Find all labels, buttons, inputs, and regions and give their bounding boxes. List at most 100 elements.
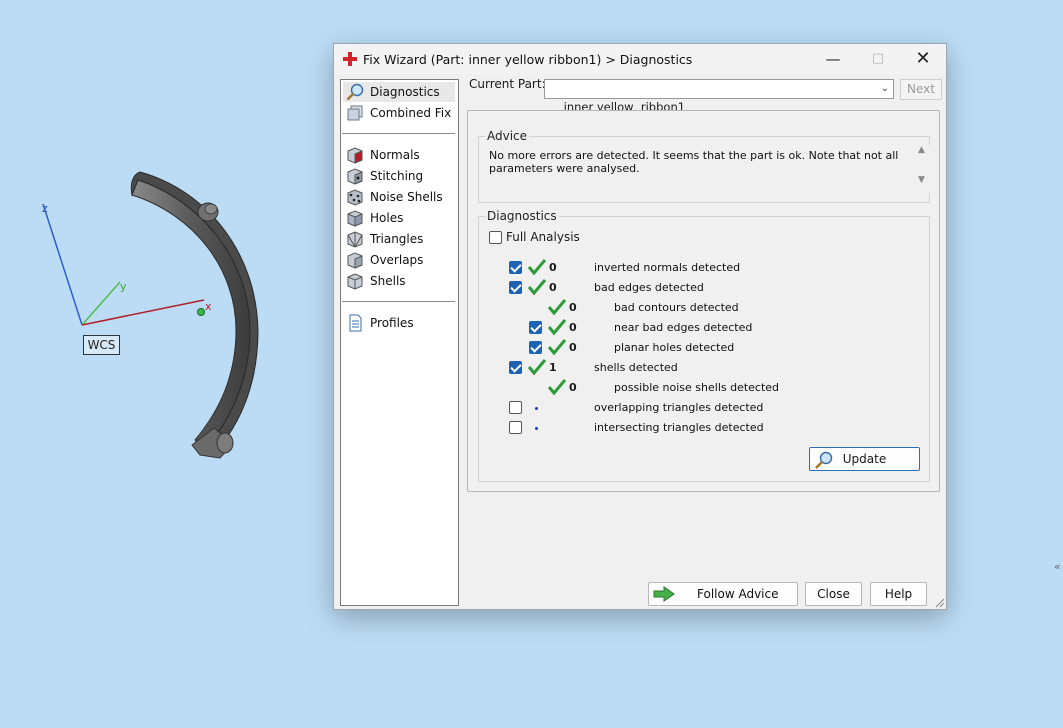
nav-label: Holes [370, 211, 404, 225]
nav-item-noise-shells[interactable]: Noise Shells [343, 187, 455, 207]
red-cross-icon [343, 52, 357, 66]
green-check-icon [547, 299, 567, 316]
nav-item-combined-fix[interactable]: Combined Fix [343, 103, 455, 123]
follow-advice-button[interactable]: Follow Advice [648, 582, 798, 606]
diag-count: 0 [549, 261, 557, 274]
wcs-label: WCS [83, 335, 120, 355]
resize-grip-icon[interactable] [934, 597, 945, 608]
edge-marker: « [1054, 560, 1061, 573]
nav-label: Diagnostics [370, 85, 440, 99]
nav-item-holes[interactable]: Holes [343, 208, 455, 228]
diag-checkbox[interactable] [509, 421, 522, 434]
maximize-button[interactable]: □ [855, 44, 901, 74]
diag-count: 0 [549, 281, 557, 294]
chevron-down-icon: ⌄ [880, 83, 889, 94]
normals-cube-icon [347, 147, 363, 164]
update-label: Update [842, 452, 887, 466]
nav-label: Normals [370, 148, 420, 162]
nav-item-triangles[interactable]: Triangles [343, 229, 455, 249]
shells-cube-icon [347, 273, 363, 290]
green-check-icon [527, 359, 547, 376]
nav-item-stitching[interactable]: Stitching [343, 166, 455, 186]
diag-checkbox[interactable] [509, 261, 522, 274]
nav-separator [342, 133, 455, 134]
scroll-up-icon[interactable]: ▲ [918, 145, 925, 155]
not-analysed-dot-icon [535, 407, 538, 410]
nav-item-profiles[interactable]: Profiles [343, 313, 455, 333]
diag-count: 0 [569, 341, 577, 354]
diagnostics-legend: Diagnostics [485, 209, 559, 223]
minimize-button[interactable]: — [810, 44, 856, 74]
window-title: Fix Wizard (Part: inner yellow ribbon1) … [363, 52, 693, 67]
diag-label: possible noise shells detected [614, 381, 780, 394]
diag-label: overlapping triangles detected [594, 401, 764, 414]
update-button[interactable]: Update [809, 447, 920, 471]
magnifier-icon [815, 451, 833, 469]
advice-scrollbar[interactable]: ▲ ▼ [916, 145, 930, 193]
diag-label: planar holes detected [614, 341, 735, 354]
nav-item-overlaps[interactable]: Overlaps [343, 250, 455, 270]
help-button[interactable]: Help [870, 582, 927, 606]
diag-row-overlapping-triangles: overlapping triangles detected [479, 397, 919, 417]
current-part-select[interactable]: inner yellow ribbon1 ⌄ [544, 79, 894, 114]
advice-group: Advice No more errors are detected. It s… [478, 129, 930, 203]
green-check-icon [547, 379, 567, 396]
not-analysed-dot-icon [535, 427, 538, 430]
scroll-down-icon[interactable]: ▼ [918, 175, 925, 185]
diag-row-near-bad-edges: 0 near bad edges detected [479, 317, 919, 337]
diagnostics-panel: Advice No more errors are detected. It s… [467, 110, 940, 492]
green-check-icon [527, 259, 547, 276]
overlaps-cube-icon [347, 252, 363, 269]
nav-label: Combined Fix [370, 106, 452, 120]
green-check-icon [527, 279, 547, 296]
diag-checkbox[interactable] [529, 341, 542, 354]
profiles-document-icon [349, 314, 362, 332]
axis-z-label: z [42, 202, 48, 215]
diag-row-bad-edges: 0 bad edges detected [479, 277, 919, 297]
diag-label: inverted normals detected [594, 261, 741, 274]
diag-count: 1 [549, 361, 557, 374]
diag-row-intersecting-triangles: intersecting triangles detected [479, 417, 919, 437]
green-arrow-icon [653, 586, 675, 602]
axis-y-label: y [120, 280, 127, 293]
stitching-cube-icon [347, 168, 363, 185]
nav-separator [342, 301, 455, 302]
nav-item-diagnostics[interactable]: Diagnostics [343, 82, 455, 102]
diag-row-bad-contours: 0 bad contours detected [479, 297, 919, 317]
diag-row-shells: 1 shells detected [479, 357, 919, 377]
full-analysis-checkbox[interactable] [489, 231, 502, 244]
combined-fix-icon [347, 105, 363, 121]
nav-label: Stitching [370, 169, 424, 183]
diag-row-planar-holes: 0 planar holes detected [479, 337, 919, 357]
full-analysis-label: Full Analysis [506, 230, 580, 244]
diag-checkbox[interactable] [509, 361, 522, 374]
triangles-cube-icon [347, 231, 363, 248]
diagnostics-group: Diagnostics Full Analysis 0 inverted nor… [478, 209, 930, 482]
nav-label: Overlaps [370, 253, 424, 267]
nav-item-normals[interactable]: Normals [343, 145, 455, 165]
diag-count: 0 [569, 301, 577, 314]
nav-item-shells[interactable]: Shells [343, 271, 455, 291]
title-bar[interactable]: Fix Wizard (Part: inner yellow ribbon1) … [334, 44, 946, 74]
noise-shells-icon [347, 189, 363, 206]
part-preview: z y x [42, 171, 259, 459]
diag-checkbox[interactable] [509, 281, 522, 294]
fix-wizard-dialog: Fix Wizard (Part: inner yellow ribbon1) … [333, 43, 947, 610]
close-window-button[interactable]: ✕ [900, 44, 946, 74]
advice-text: No more errors are detected. It seems th… [489, 149, 899, 175]
advice-legend: Advice [485, 129, 530, 143]
wizard-nav: Diagnostics Combined Fix Normals Stitchi… [340, 79, 459, 606]
holes-cube-icon [347, 210, 363, 227]
diag-label: shells detected [594, 361, 678, 374]
next-button[interactable]: Next [900, 79, 942, 100]
diag-checkbox[interactable] [509, 401, 522, 414]
green-check-icon [547, 339, 567, 356]
diag-label: intersecting triangles detected [594, 421, 764, 434]
diag-row-noise-shells: 0 possible noise shells detected [479, 377, 919, 397]
3d-viewport[interactable]: z y x WCS [0, 0, 330, 728]
close-button[interactable]: Close [805, 582, 862, 606]
diag-label: near bad edges detected [614, 321, 753, 334]
diag-checkbox[interactable] [529, 321, 542, 334]
follow-advice-label: Follow Advice [697, 587, 779, 601]
diag-count: 0 [569, 381, 577, 394]
